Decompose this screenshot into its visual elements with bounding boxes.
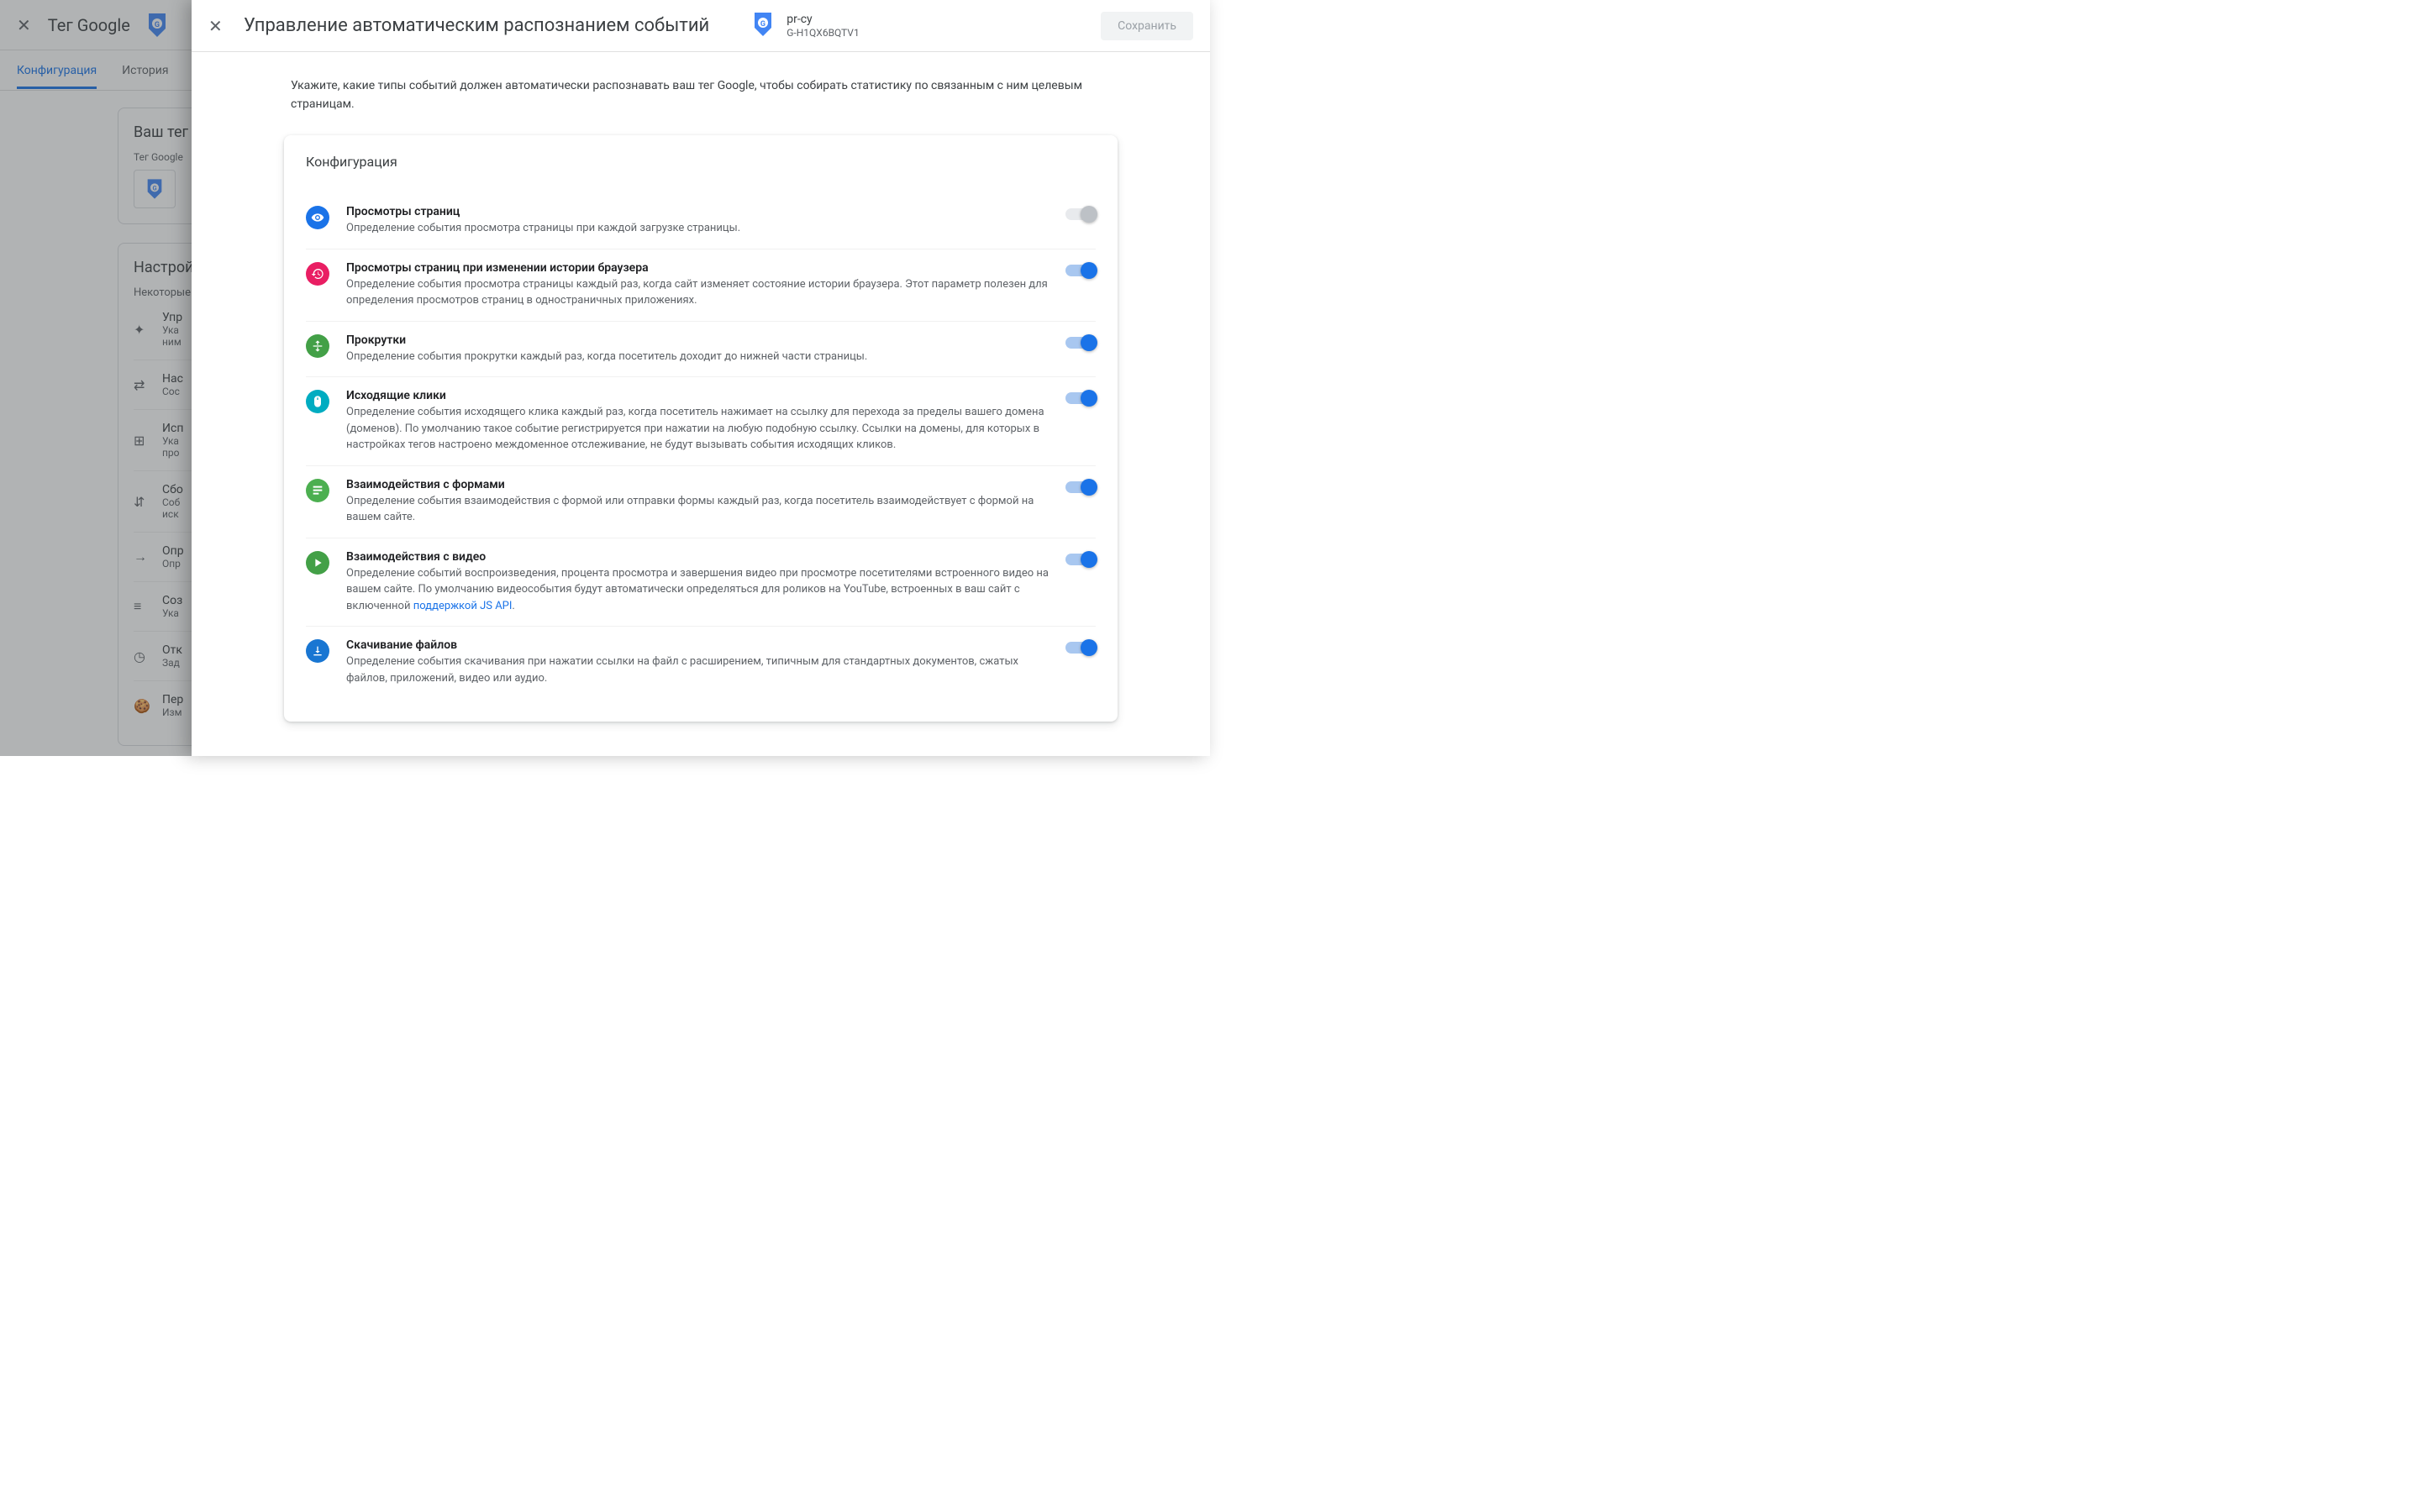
event-settings-modal: ✕ Управление автоматическим распознанием…	[192, 0, 1210, 756]
history-icon	[306, 262, 329, 286]
property-name: pr-cy	[786, 12, 859, 27]
event-row-video: Взаимодействия с видеоОпределение событи…	[306, 538, 1096, 627]
toggle-history_change[interactable]	[1065, 265, 1096, 276]
modal-header: ✕ Управление автоматическим распознанием…	[192, 0, 1210, 52]
event-title: Взаимодействия с формами	[346, 478, 1049, 491]
eye-icon	[306, 206, 329, 229]
modal-title: Управление автоматическим распознанием с…	[244, 15, 709, 36]
form-icon	[306, 479, 329, 502]
modal-description: Укажите, какие типы событий должен автом…	[284, 77, 1118, 135]
event-title: Взаимодействия с видео	[346, 550, 1049, 564]
event-title: Просмотры страниц при изменении истории …	[346, 261, 1049, 275]
event-title: Прокрутки	[346, 333, 1049, 347]
mouse-icon	[306, 390, 329, 413]
toggle-forms[interactable]	[1065, 481, 1096, 493]
config-card-title: Конфигурация	[306, 154, 1096, 170]
close-icon[interactable]: ✕	[208, 16, 225, 36]
event-row-scroll: Прокрутки Определение события прокрутки к…	[306, 321, 1096, 377]
event-title: Просмотры страниц	[346, 205, 1049, 218]
event-desc: Определение события исходящего клика каж…	[346, 404, 1049, 454]
event-text: Просмотры страниц при изменении истории …	[346, 261, 1049, 309]
toggle-outbound[interactable]	[1065, 392, 1096, 404]
config-card: Конфигурация Просмотры страниц Определени…	[284, 135, 1118, 722]
scroll-icon	[306, 334, 329, 358]
google-tag-icon: G	[753, 13, 776, 39]
event-text: Взаимодействия с формами Определение собы…	[346, 478, 1049, 526]
event-desc: Определение события просмотра страницы п…	[346, 220, 1049, 237]
download-icon	[306, 639, 329, 663]
js-api-link[interactable]: поддержкой JS API	[413, 600, 513, 612]
property-chip: G pr-cy G-H1QX6BQTV1	[753, 12, 859, 40]
event-row-outbound: Исходящие клики Определение события исход…	[306, 376, 1096, 465]
property-id: G-H1QX6BQTV1	[786, 27, 859, 40]
play-icon	[306, 551, 329, 575]
event-desc: Определение события прокрутки каждый раз…	[346, 349, 1049, 365]
event-text: Просмотры страниц Определение события про…	[346, 205, 1049, 237]
event-row-history_change: Просмотры страниц при изменении истории …	[306, 249, 1096, 321]
modal-body: Укажите, какие типы событий должен автом…	[192, 52, 1210, 756]
event-row-forms: Взаимодействия с формами Определение собы…	[306, 465, 1096, 538]
event-text: Прокрутки Определение события прокрутки к…	[346, 333, 1049, 365]
save-button[interactable]: Сохранить	[1101, 12, 1193, 40]
event-text: Исходящие клики Определение события исход…	[346, 389, 1049, 454]
events-list: Просмотры страниц Определение события про…	[306, 193, 1096, 698]
toggle-download[interactable]	[1065, 642, 1096, 654]
toggle-video[interactable]	[1065, 554, 1096, 565]
event-title: Исходящие клики	[346, 389, 1049, 402]
event-desc: Определение события просмотра страницы к…	[346, 276, 1049, 309]
svg-text:G: G	[760, 20, 765, 29]
event-row-page_view: Просмотры страниц Определение события про…	[306, 193, 1096, 249]
event-row-download: Скачивание файлов Определение события ска…	[306, 626, 1096, 698]
event-text: Взаимодействия с видеоОпределение событи…	[346, 550, 1049, 615]
event-desc: Определение события скачивания при нажат…	[346, 654, 1049, 686]
event-text: Скачивание файлов Определение события ска…	[346, 638, 1049, 686]
event-desc: Определение событий воспроизведения, про…	[346, 565, 1049, 615]
toggle-page_view	[1065, 208, 1096, 220]
event-desc: Определение события взаимодействия с фор…	[346, 493, 1049, 526]
event-title: Скачивание файлов	[346, 638, 1049, 652]
toggle-scroll[interactable]	[1065, 337, 1096, 349]
